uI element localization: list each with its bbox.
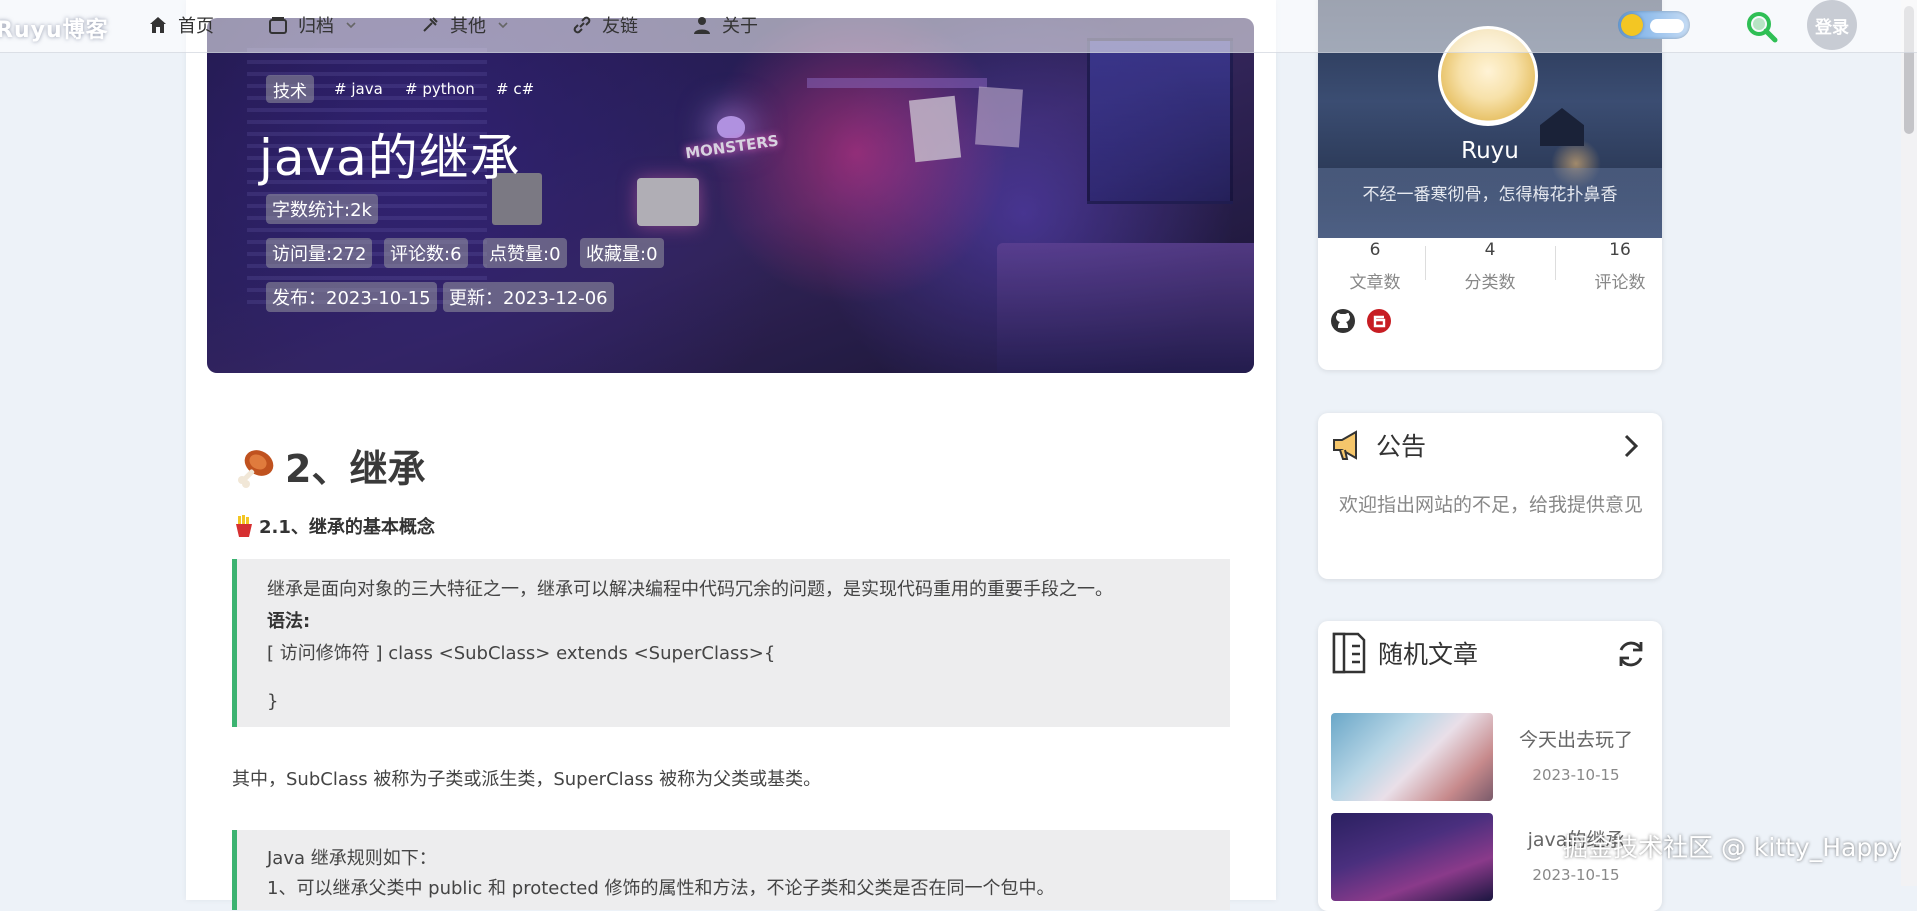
- profile-motto: 不经一番寒彻骨，怎得梅花扑鼻香: [1362, 185, 1618, 205]
- user-icon: [694, 17, 710, 34]
- nav-archive-label: 归档: [298, 16, 334, 37]
- watermark: 掘金技术社区 @ kitty_Happy: [1563, 833, 1903, 862]
- stat-articles-count: 6: [1369, 240, 1381, 260]
- views-badge: 访问量:272: [266, 238, 373, 268]
- notice-title: 公告: [1376, 432, 1427, 461]
- nav-other-label: 其他: [450, 16, 486, 37]
- section-heading: 2、继承: [233, 437, 425, 493]
- nav-home[interactable]: 首页: [148, 10, 214, 40]
- section-heading-text: 2、继承: [285, 446, 426, 491]
- search-icon[interactable]: [1745, 10, 1779, 44]
- divider: [1555, 246, 1556, 280]
- notice-body: 欢迎指出网站的不足，给我提供意见: [1338, 494, 1643, 516]
- post-title[interactable]: 今天出去玩了: [1496, 725, 1656, 752]
- quote-line-close: }: [267, 691, 279, 712]
- nav-archive[interactable]: 归档: [268, 10, 358, 40]
- login-button[interactable]: 登录: [1807, 0, 1857, 50]
- stat-comments-count: 16: [1609, 240, 1631, 260]
- chevron-down-icon: [498, 22, 508, 29]
- top-navigation-bar: Ruyu博客 首页 归档 其他 友链 关于 登录: [0, 0, 1917, 53]
- likes-badge: 点赞量:0: [483, 238, 567, 268]
- puzzle-icon: [423, 17, 438, 32]
- subsection-heading-text: 2.1、继承的基本概念: [259, 517, 435, 538]
- article-title: java的继承: [259, 129, 521, 187]
- home-icon: [150, 17, 166, 33]
- word-count-badge: 字数统计:2k: [266, 194, 378, 224]
- stat-categories-count: 4: [1484, 240, 1496, 260]
- subsection-heading: 2.1、继承的基本概念: [233, 511, 435, 541]
- random-posts-header: 随机文章: [1330, 632, 1479, 674]
- random-posts-title: 随机文章: [1378, 640, 1479, 669]
- link-icon: [573, 16, 591, 34]
- post-thumbnail[interactable]: [1331, 713, 1493, 801]
- published-date-badge: 发布：2023-10-15: [266, 282, 437, 312]
- stat-articles[interactable]: 6 文章数: [1318, 240, 1432, 293]
- nav-other[interactable]: 其他: [420, 10, 510, 40]
- paragraph-text: 其中，SubClass 被称为子类或派生类，SuperClass 被称为父类或基…: [232, 769, 822, 790]
- updated-date-badge: 更新：2023-12-06: [443, 282, 614, 312]
- stat-categories[interactable]: 4 分类数: [1433, 240, 1547, 293]
- nav-about[interactable]: 关于: [692, 10, 758, 40]
- comments-badge: 评论数:6: [384, 238, 468, 268]
- quote-line: 1、可以继承父类中 public 和 protected 修饰的属性和方法，不论…: [267, 878, 1055, 899]
- stat-comments[interactable]: 16 评论数: [1563, 240, 1662, 293]
- nav-links[interactable]: 友链: [572, 10, 638, 40]
- sun-icon: [1621, 14, 1643, 36]
- blockquote-rules: Java 继承规则如下： 1、可以继承父类中 public 和 protecte…: [232, 830, 1230, 910]
- favorites-badge: 收藏量:0: [580, 238, 664, 268]
- post-date: 2023-10-15: [1532, 766, 1620, 784]
- quote-line: 继承是面向对象的三大特征之一，继承可以解决编程中代码冗余的问题，是实现代码重用的…: [267, 579, 1113, 600]
- category-badge[interactable]: 技术: [266, 75, 314, 103]
- quote-line-syntax-label: 语法:: [267, 611, 311, 632]
- profile-name: Ruyu: [1461, 138, 1519, 164]
- tag-java[interactable]: # java: [334, 75, 383, 103]
- nav-links-label: 友链: [602, 16, 638, 37]
- cloud-icon: [1650, 19, 1684, 33]
- nav-home-label: 首页: [178, 16, 214, 37]
- stat-comments-label: 评论数: [1594, 273, 1646, 293]
- random-posts-card: 随机文章 今天出去玩了 2023-10-15 java的继承 2023-10-1…: [1318, 621, 1662, 911]
- meat-icon: [238, 450, 274, 488]
- chevron-right-icon[interactable]: [1620, 433, 1642, 459]
- profile-card: Ruyu 不经一番寒彻骨，怎得梅花扑鼻香 6 文章数 4 分类数 16 评论数: [1318, 0, 1662, 370]
- tag-csharp[interactable]: # c#: [496, 75, 534, 103]
- post-date: 2023-10-15: [1532, 866, 1620, 884]
- quote-line-syntax: [ 访问修饰符 ] class <SubClass> extends <Supe…: [267, 643, 776, 664]
- post-thumbnail[interactable]: [1331, 813, 1493, 901]
- quote-line: Java 继承规则如下：: [267, 848, 437, 869]
- tag-python[interactable]: # python: [405, 75, 475, 103]
- blockquote-inheritance: 继承是面向对象的三大特征之一，继承可以解决编程中代码冗余的问题，是实现代码重用的…: [232, 559, 1230, 727]
- stat-categories-label: 分类数: [1464, 273, 1516, 293]
- gitee-icon[interactable]: [1366, 308, 1392, 334]
- nav-about-label: 关于: [722, 16, 758, 37]
- document-icon: [1332, 632, 1366, 674]
- fries-icon: [236, 515, 252, 537]
- site-title[interactable]: Ruyu博客: [0, 12, 109, 44]
- archive-icon: [269, 17, 287, 34]
- stat-articles-label: 文章数: [1349, 273, 1401, 293]
- github-icon[interactable]: [1330, 308, 1356, 334]
- theme-toggle[interactable]: [1618, 11, 1690, 39]
- notice-header: 公告: [1330, 425, 1426, 465]
- divider: [1425, 246, 1426, 280]
- refresh-icon[interactable]: [1614, 637, 1648, 671]
- notice-card: 公告 欢迎指出网站的不足，给我提供意见: [1318, 413, 1662, 579]
- chevron-down-icon: [346, 22, 356, 29]
- megaphone-icon: [1333, 430, 1357, 460]
